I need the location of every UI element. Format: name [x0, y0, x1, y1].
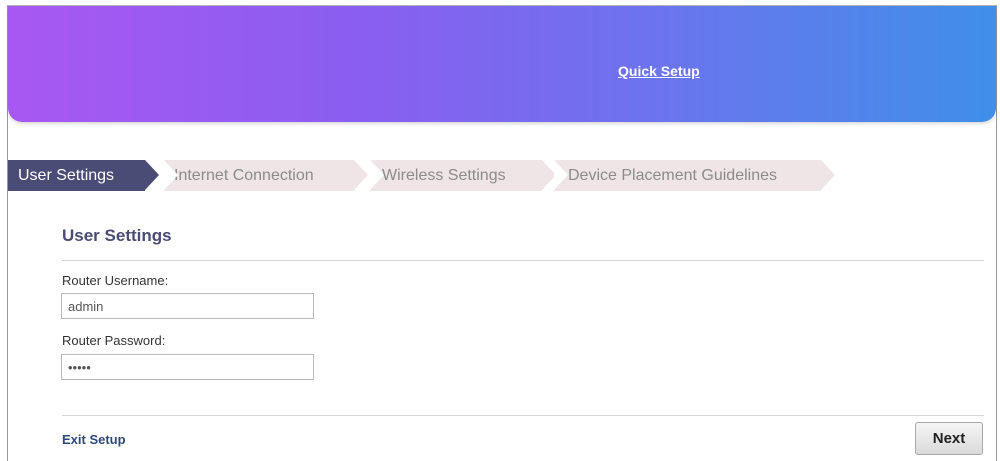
step-label: Device Placement Guidelines	[568, 167, 777, 184]
username-input[interactable]	[61, 293, 314, 319]
next-button[interactable]: Next	[915, 422, 983, 455]
step-wireless-settings[interactable]: Wireless Settings	[370, 160, 556, 191]
quick-setup-link[interactable]: Quick Setup	[618, 63, 700, 79]
step-arrow	[354, 160, 368, 190]
step-label: User Settings	[18, 167, 115, 184]
step-label: Wireless Settings	[382, 167, 506, 184]
step-arrow	[145, 160, 159, 190]
step-label: Internet Connection	[174, 167, 314, 184]
password-label: Router Password:	[62, 333, 166, 348]
footer-divider	[62, 415, 984, 416]
section-title: User Settings	[62, 226, 172, 245]
step-internet-connection[interactable]: Internet Connection	[164, 160, 368, 191]
step-user-settings[interactable]: User Settings	[8, 160, 159, 191]
header-banner: Quick Setup	[8, 6, 996, 122]
step-separator	[370, 160, 384, 190]
step-device-placement[interactable]: Device Placement Guidelines	[554, 160, 835, 191]
password-input[interactable]	[61, 354, 314, 380]
step-arrow	[821, 160, 835, 190]
step-separator	[554, 160, 568, 190]
exit-setup-link[interactable]: Exit Setup	[62, 432, 126, 447]
step-separator	[164, 160, 178, 190]
section-divider	[62, 260, 984, 261]
username-label: Router Username:	[62, 273, 169, 288]
